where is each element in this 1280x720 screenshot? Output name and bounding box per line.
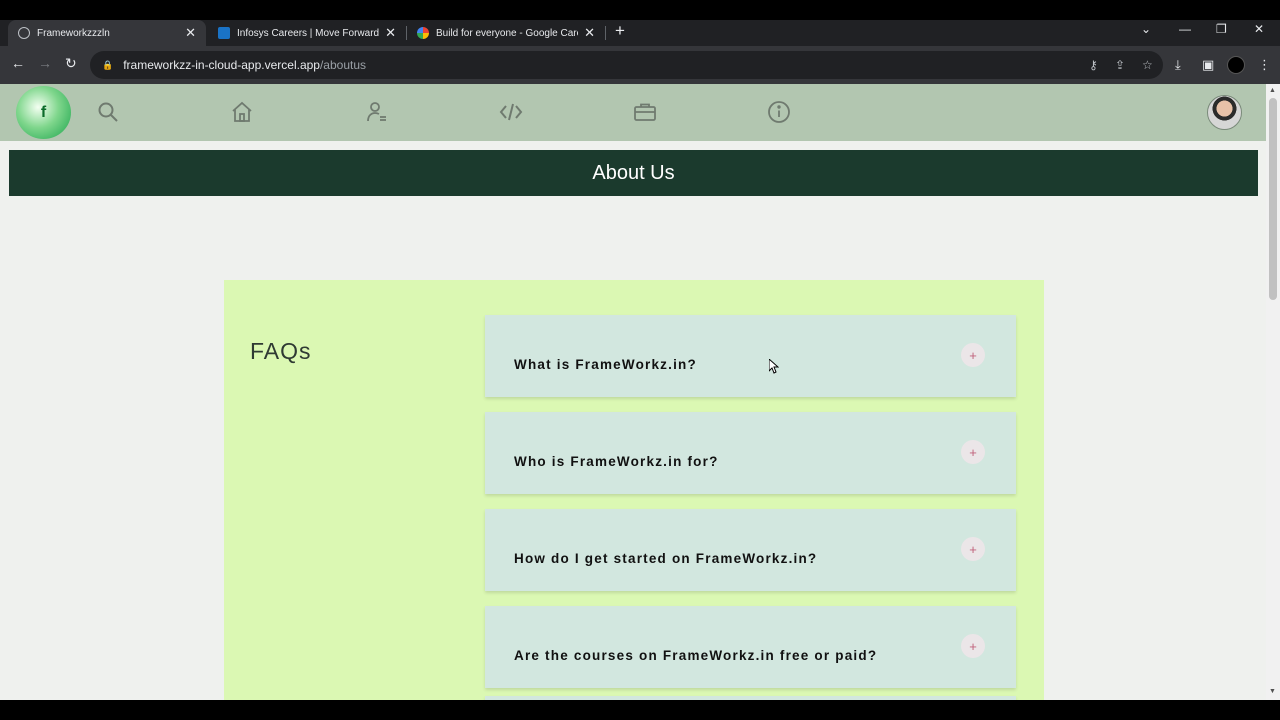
page-title-bar: About Us [9,150,1258,196]
tab-title: Infosys Careers | Move Forward. T [237,27,380,39]
tab-infosys[interactable]: Infosys Careers | Move Forward. T ✕ [208,20,406,46]
code-icon[interactable] [498,99,524,125]
search-icon[interactable] [95,99,121,125]
side-panel-icon[interactable]: ▣ [1202,57,1214,73]
page-title: About Us [592,161,675,184]
faq-question: What is FrameWorkz.in? [514,357,697,372]
screen-border-bottom [0,700,1280,720]
home-icon[interactable] [229,99,255,125]
faq-panel: FAQs What is FrameWorkz.in? + Who is Fra… [224,280,1044,700]
faq-item[interactable]: Who is FrameWorkz.in for? + [485,412,1016,494]
faq-item[interactable]: Are the courses on FrameWorkz.in free or… [485,606,1016,688]
plus-icon[interactable]: + [961,634,985,658]
faq-question: How do I get started on FrameWorkz.in? [514,551,818,566]
page-viewport: f About Us FAQs What is FrameWorkz.in? + [0,84,1266,700]
faq-heading: FAQs [250,338,312,364]
page-scrollbar[interactable]: ▲ ▼ [1266,84,1280,700]
plus-icon[interactable]: + [961,537,985,561]
lock-icon: 🔒 [102,59,114,70]
screen-border-top [0,0,1280,20]
faq-question: Who is FrameWorkz.in for? [514,454,719,469]
close-tab-icon[interactable]: ✕ [185,25,196,41]
briefcase-icon[interactable] [632,99,658,125]
mouse-cursor-icon [768,357,780,379]
tab-title: Build for everyone - Google Care [436,27,579,39]
scroll-up-arrow-icon[interactable]: ▲ [1269,87,1276,94]
close-window-icon[interactable]: ✕ [1254,22,1264,36]
tab-google-careers[interactable]: Build for everyone - Google Care ✕ [407,20,605,46]
url-path: /aboutus [319,58,367,72]
faq-question: Are the courses on FrameWorkz.in free or… [514,648,878,663]
new-tab-plus-icon[interactable]: + [615,21,625,41]
faq-item[interactable]: How do I get started on FrameWorkz.in? + [485,509,1016,591]
minimize-icon[interactable]: — [1179,22,1191,36]
reload-icon[interactable]: ↻ [65,55,77,72]
infosys-icon [218,27,230,39]
close-tab-icon[interactable]: ✕ [385,25,396,41]
kebab-menu-icon[interactable]: ⋮ [1258,57,1271,73]
address-bar[interactable]: 🔒 frameworkzz-in-cloud-app.vercel.app/ab… [90,51,1163,79]
logo-letter: f [40,103,47,121]
maximize-icon[interactable]: ❐ [1216,22,1227,36]
plus-icon[interactable]: + [961,440,985,464]
plus-icon[interactable]: + [961,343,985,367]
bookmark-star-icon[interactable]: ☆ [1142,58,1153,72]
google-icon [417,27,429,39]
close-tab-icon[interactable]: ✕ [584,25,595,41]
tab-separator [605,26,606,40]
site-navbar: f [0,84,1266,141]
forward-arrow-icon[interactable]: → [38,55,52,71]
tab-frameworkzzzln[interactable]: Frameworkzzzln ✕ [8,20,206,46]
tab-title: Frameworkzzzln [37,27,110,39]
share-icon[interactable]: ⇪ [1115,58,1125,72]
tab-search-chevron-icon[interactable]: ⌄ [1141,22,1151,36]
download-icon[interactable]: ⤓ [1175,57,1181,73]
browser-toolbar: ← → ↻ 🔒 frameworkzz-in-cloud-app.vercel.… [0,46,1280,84]
profile-icon[interactable] [364,99,390,125]
site-logo[interactable]: f [16,86,71,139]
key-icon[interactable]: ⚷ [1089,58,1098,72]
avatar[interactable] [1207,95,1242,130]
browser-profile-icon[interactable] [1227,56,1245,74]
faq-item[interactable]: What is FrameWorkz.in? + [485,315,1016,397]
scroll-down-arrow-icon[interactable]: ▼ [1269,688,1276,695]
url-host: frameworkzz-in-cloud-app.vercel.app [123,58,320,72]
back-arrow-icon[interactable]: ← [11,55,25,71]
browser-tabstrip: Frameworkzzzln ✕ Infosys Careers | Move … [0,20,1280,46]
info-icon[interactable] [766,99,792,125]
scrollbar-thumb[interactable] [1269,98,1277,300]
globe-icon [18,27,30,39]
